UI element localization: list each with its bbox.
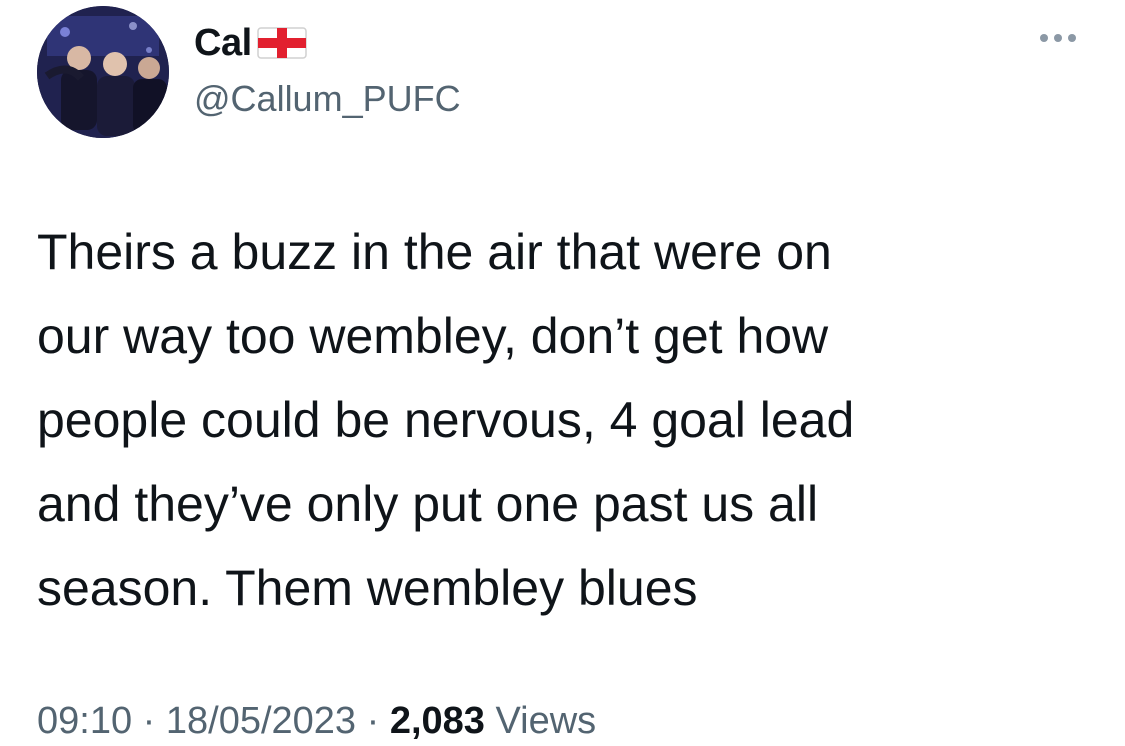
views-label: Views xyxy=(495,700,597,742)
tweet-card: Cal @Callum_PUFC Theirs a buzz in the ai… xyxy=(0,0,1125,746)
tweet-text-line: and they’ve only put one past us all xyxy=(37,476,819,532)
tweet-text-line: people could be nervous, 4 goal lead xyxy=(37,392,855,448)
more-options-icon[interactable] xyxy=(1040,34,1076,42)
display-name[interactable]: Cal xyxy=(194,20,308,66)
avatar-photo-icon xyxy=(37,6,169,138)
england-flag-icon xyxy=(256,25,308,61)
tweet-time[interactable]: 09:10 xyxy=(37,700,132,742)
tweet-text: Theirs a buzz in the air that were on ou… xyxy=(37,210,1107,630)
views-count[interactable]: 2,083 xyxy=(390,700,485,742)
tweet-text-line: Theirs a buzz in the air that were on xyxy=(37,224,832,280)
meta-separator: · xyxy=(132,700,166,742)
more-dot xyxy=(1068,34,1076,42)
tweet-text-line: season. Them wembley blues xyxy=(37,560,698,616)
tweet-meta: 09:10 · 18/05/2023 · 2,083 Views xyxy=(37,698,596,744)
avatar[interactable] xyxy=(37,6,169,138)
meta-separator: · xyxy=(356,700,390,742)
more-dot xyxy=(1040,34,1048,42)
more-dot xyxy=(1054,34,1062,42)
display-name-text: Cal xyxy=(194,22,252,64)
tweet-date[interactable]: 18/05/2023 xyxy=(166,700,356,742)
user-handle[interactable]: @Callum_PUFC xyxy=(194,77,461,121)
tweet-text-line: our way too wembley, don’t get how xyxy=(37,308,829,364)
